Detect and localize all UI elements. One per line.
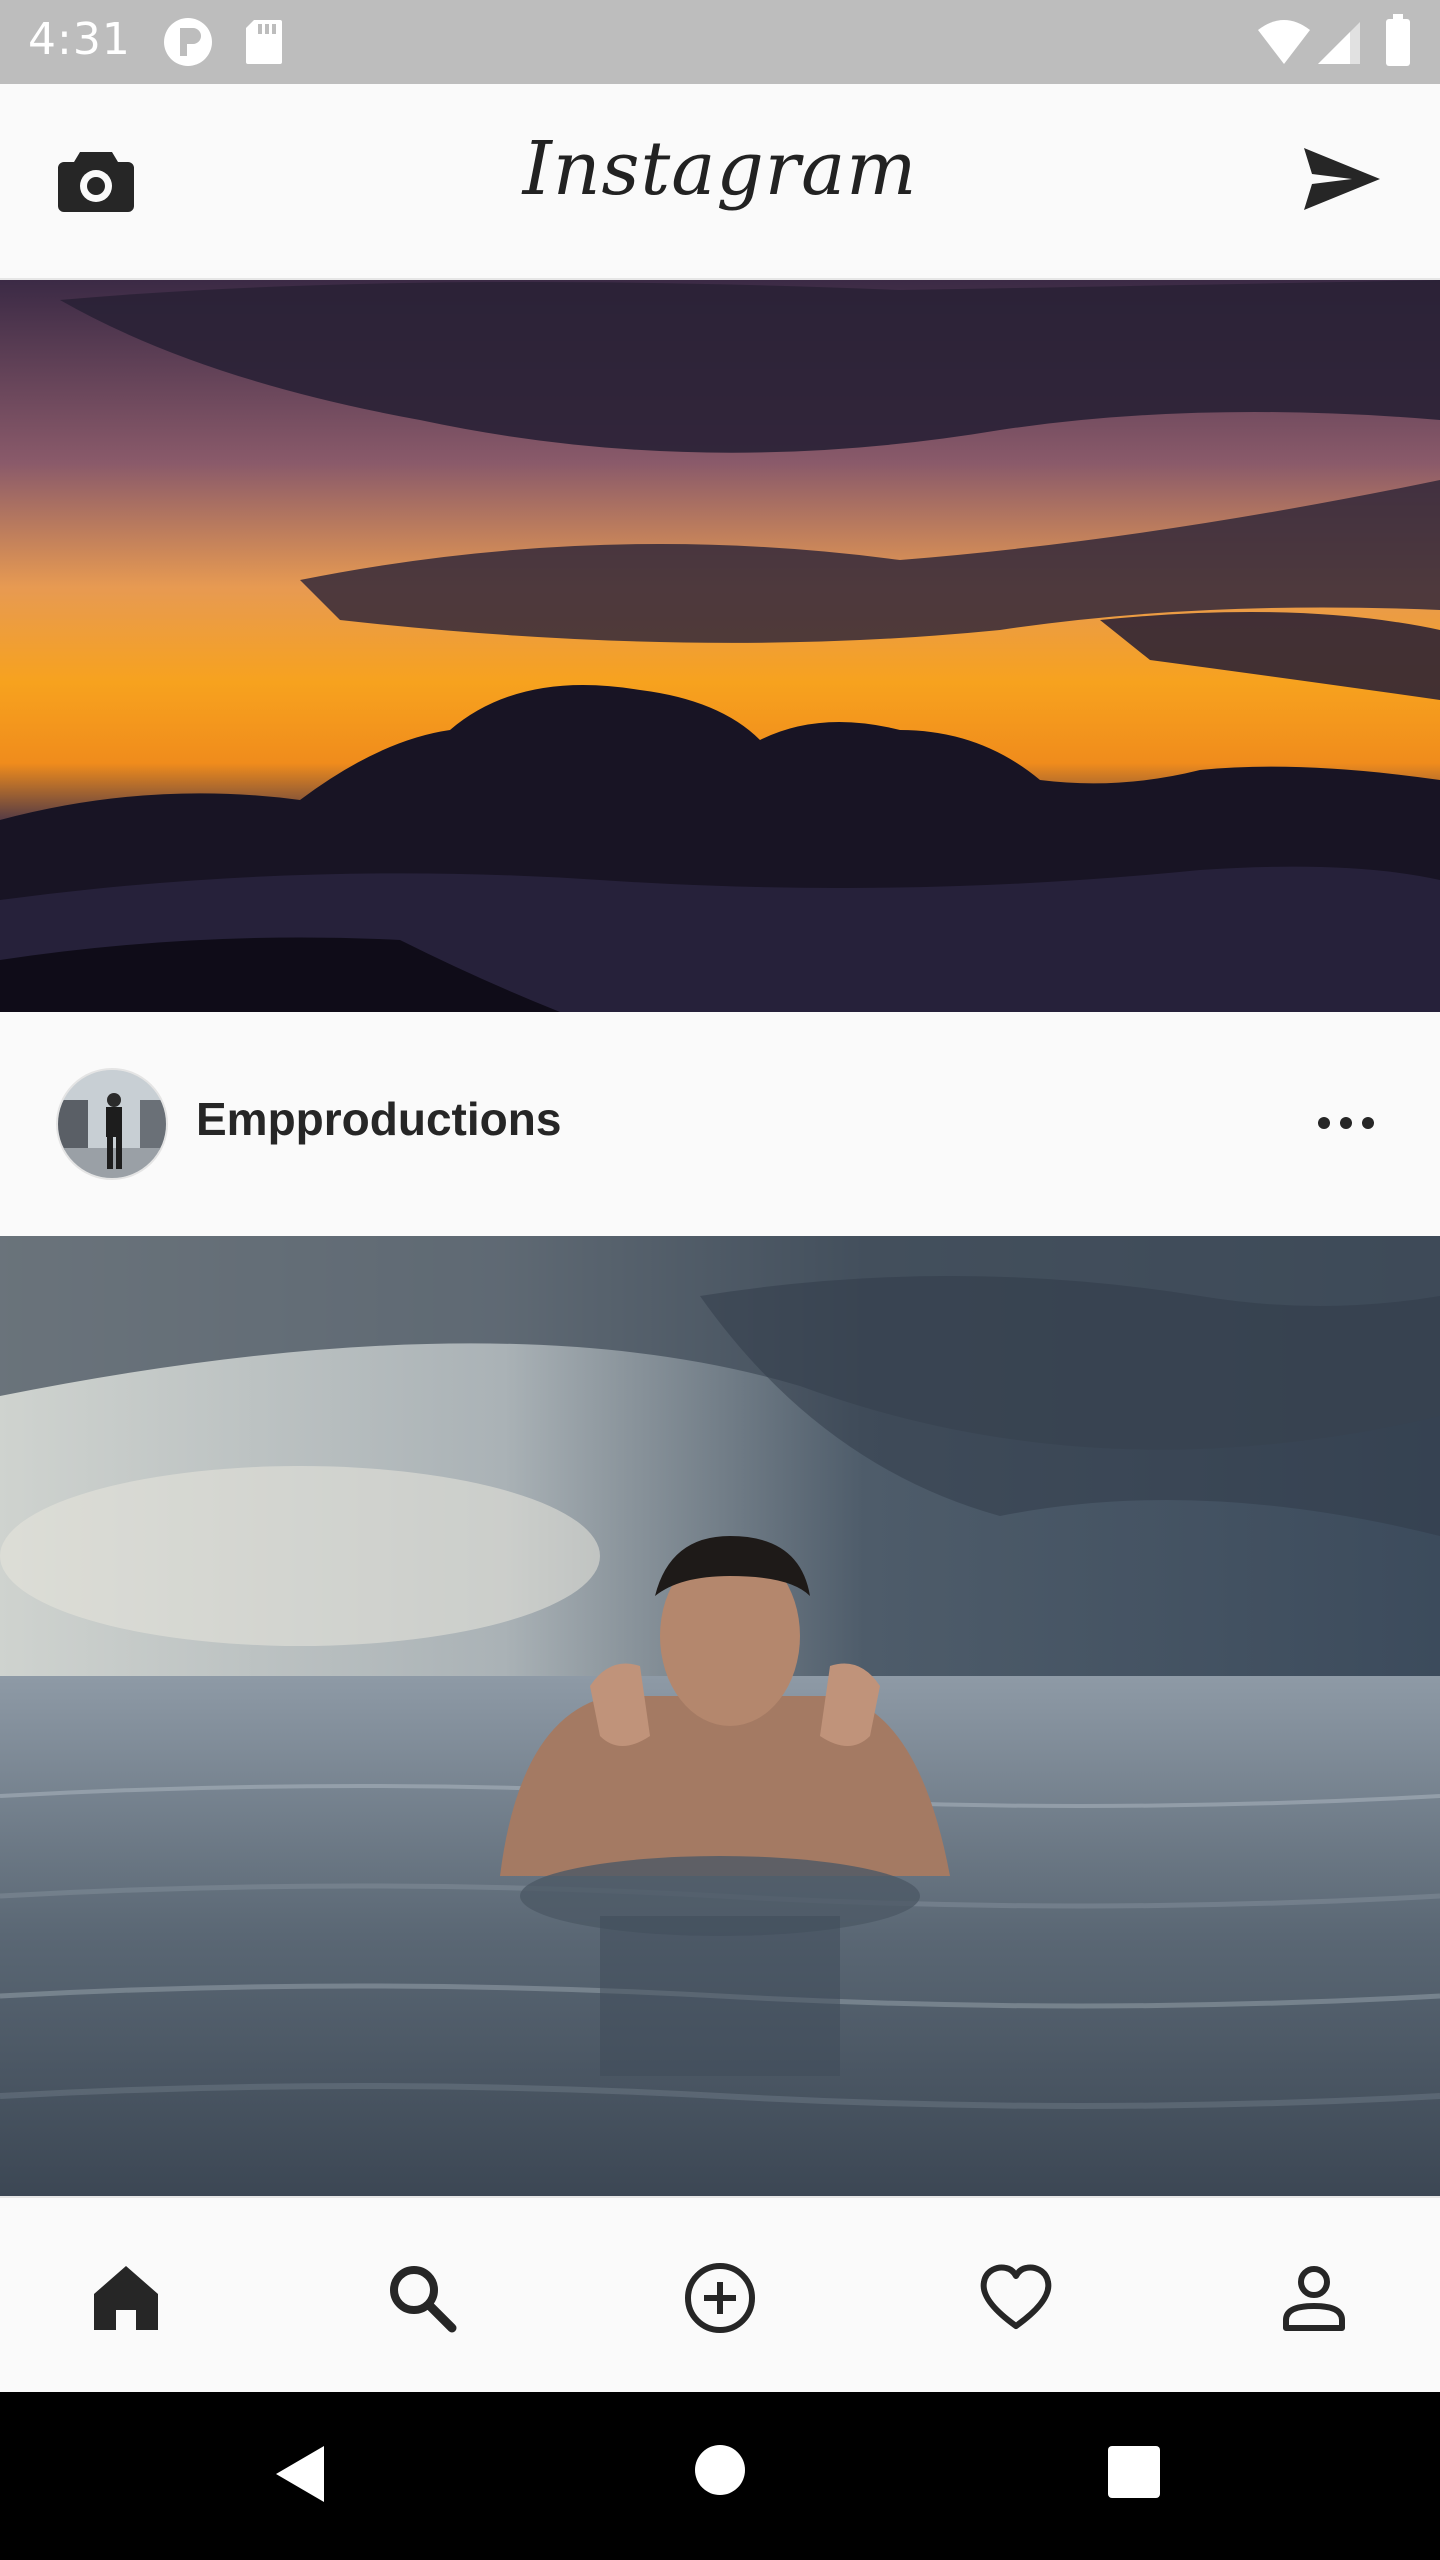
bottom-navigation xyxy=(0,2196,1440,2392)
search-icon[interactable] xyxy=(384,2260,460,2336)
app-notification-icon xyxy=(160,14,216,75)
battery-icon xyxy=(1384,12,1412,73)
more-options-icon[interactable] xyxy=(1316,1108,1376,1138)
system-navigation-bar xyxy=(0,2392,1440,2560)
instagram-logo: Instagram xyxy=(522,126,918,212)
feed-photo-swimmer[interactable] xyxy=(0,1236,1440,2196)
wifi-icon xyxy=(1256,18,1312,71)
status-bar: 4:31 xyxy=(0,0,1440,84)
add-post-icon[interactable] xyxy=(682,2260,758,2336)
recents-icon[interactable] xyxy=(1108,2446,1160,2503)
heart-icon[interactable] xyxy=(978,2260,1054,2336)
feed-photo-sunset[interactable] xyxy=(0,280,1440,1012)
home-icon[interactable] xyxy=(88,2260,164,2336)
cellular-signal-icon xyxy=(1316,18,1362,71)
user-avatar[interactable] xyxy=(56,1068,168,1180)
profile-icon[interactable] xyxy=(1276,2260,1352,2336)
sd-card-icon xyxy=(244,18,284,71)
app-header: Instagram xyxy=(0,84,1440,280)
post-username[interactable]: Empproductions xyxy=(196,1092,561,1146)
status-time: 4:31 xyxy=(28,14,131,65)
instagram-feed-screen: 4:31 Instagram Empproductions xyxy=(0,0,1440,2560)
home-circle-icon[interactable] xyxy=(694,2444,746,2501)
back-icon[interactable] xyxy=(272,2444,328,2509)
post-header: Empproductions xyxy=(0,1012,1440,1236)
direct-send-icon[interactable] xyxy=(1302,144,1382,214)
